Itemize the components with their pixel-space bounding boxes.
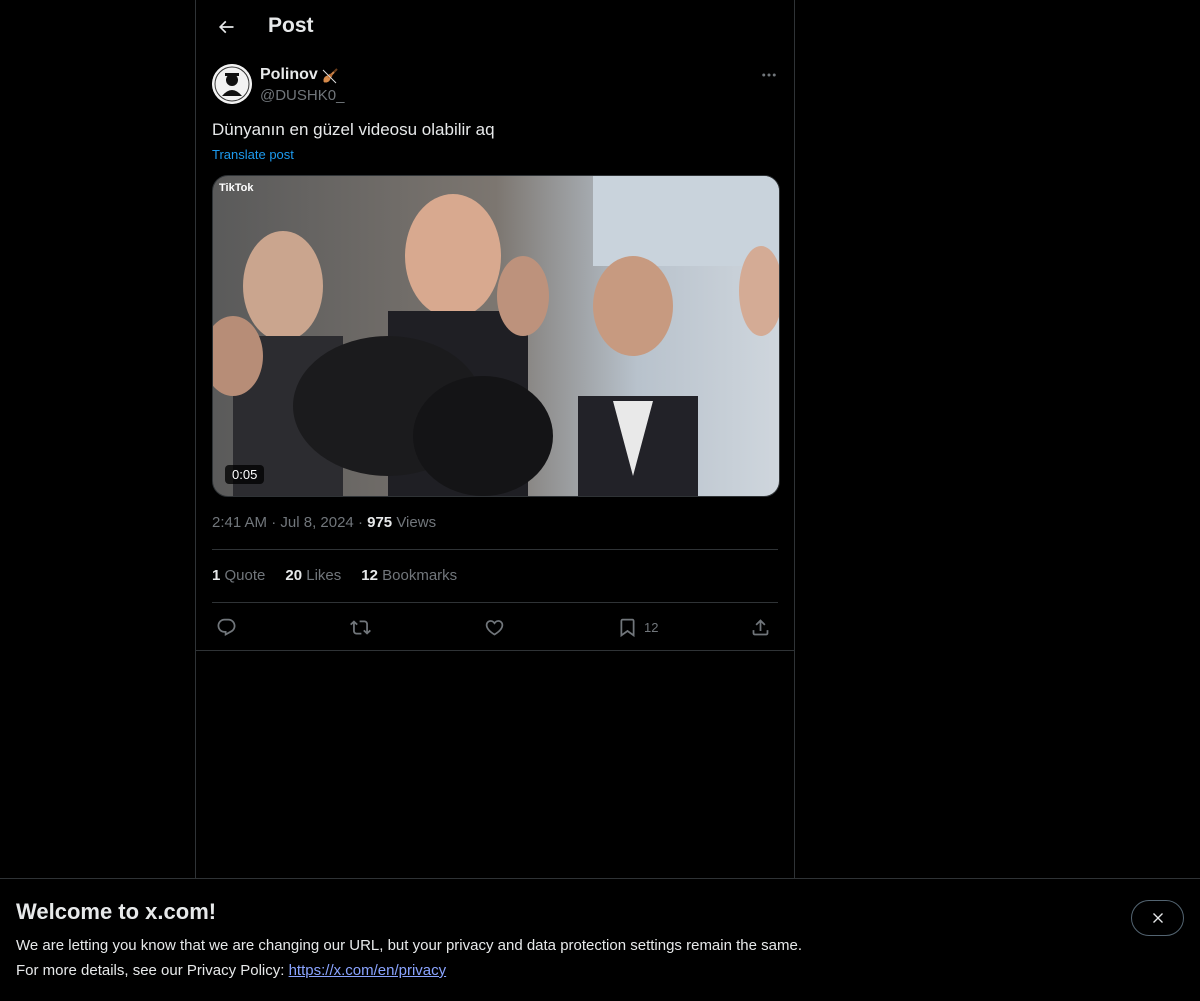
reply-icon [217, 618, 236, 636]
page-header: Post [196, 0, 794, 54]
share-button[interactable] [750, 614, 771, 640]
welcome-banner: Welcome to x.com! We are letting you kno… [0, 878, 1200, 1001]
bookmark-count: 12 [644, 619, 659, 635]
bookmarks-label: Bookmarks [382, 567, 458, 584]
reply-button[interactable] [216, 614, 237, 640]
banner-privacy-prefix: For more details, see our Privacy Policy… [16, 962, 289, 979]
main-column: Post Polinov @DUSHK0_ Dünyanın en güzel … [195, 0, 795, 1000]
bookmarks-count: 12 [361, 567, 378, 584]
separator-dot: · [271, 514, 281, 531]
repost-button[interactable] [350, 614, 371, 640]
author-name[interactable]: Polinov [260, 66, 318, 84]
post-actions: 12 [212, 614, 778, 640]
bookmark-button[interactable]: 12 [617, 614, 658, 640]
video-player[interactable]: TikTok 0:05 [212, 175, 780, 497]
divider [212, 602, 778, 603]
translate-post-link[interactable]: Translate post [212, 147, 294, 162]
close-icon [1152, 913, 1163, 923]
tiktok-watermark: TikTok [219, 182, 254, 194]
post-author: Polinov @DUSHK0_ [212, 64, 778, 108]
likes-count: 20 [285, 567, 303, 584]
more-dots-icon [762, 73, 776, 77]
banner-title: Welcome to x.com! [16, 899, 217, 924]
post-time[interactable]: 2:41 AM [212, 514, 267, 531]
post-date[interactable]: Jul 8, 2024 [280, 514, 353, 531]
avatar[interactable] [212, 64, 252, 104]
arrow-left-icon [218, 20, 234, 34]
more-options-button[interactable] [758, 64, 780, 86]
privacy-policy-link[interactable]: https://x.com/en/privacy [289, 962, 447, 979]
heart-icon [485, 619, 504, 636]
likes-label: Likes [306, 567, 342, 584]
back-button[interactable] [208, 9, 244, 45]
bookmark-icon [620, 618, 635, 637]
views-count: 975 [367, 514, 393, 531]
quotes-label: Quote [224, 567, 266, 584]
post-stats: 1 Quote 20 Likes 12 Bookmarks [212, 567, 457, 587]
banner-message: We are letting you know that we are chan… [16, 937, 802, 954]
views-label: Views [396, 514, 437, 531]
close-banner-button[interactable] [1131, 900, 1184, 936]
video-duration: 0:05 [225, 465, 265, 484]
page-title: Post [268, 14, 314, 37]
bookmarks-stat[interactable]: 12 Bookmarks [361, 567, 457, 587]
divider [196, 650, 794, 651]
video-thumbnail [213, 176, 779, 496]
post-text: Dünyanın en güzel videosu olabilir aq [212, 120, 495, 139]
separator-dot: · [357, 514, 368, 531]
banner-privacy-line: For more details, see our Privacy Policy… [16, 962, 446, 979]
likes-stat[interactable]: 20 Likes [285, 567, 341, 587]
repost-icon [350, 619, 371, 635]
author-handle[interactable]: @DUSHK0_ [260, 87, 344, 104]
quotes-stat[interactable]: 1 Quote [212, 567, 265, 587]
violin-icon [322, 68, 338, 84]
like-button[interactable] [484, 614, 505, 640]
share-icon [752, 618, 769, 635]
post-meta: 2:41 AM · Jul 8, 2024 · 975 Views [212, 514, 436, 531]
quotes-count: 1 [212, 567, 221, 584]
divider [212, 549, 778, 550]
